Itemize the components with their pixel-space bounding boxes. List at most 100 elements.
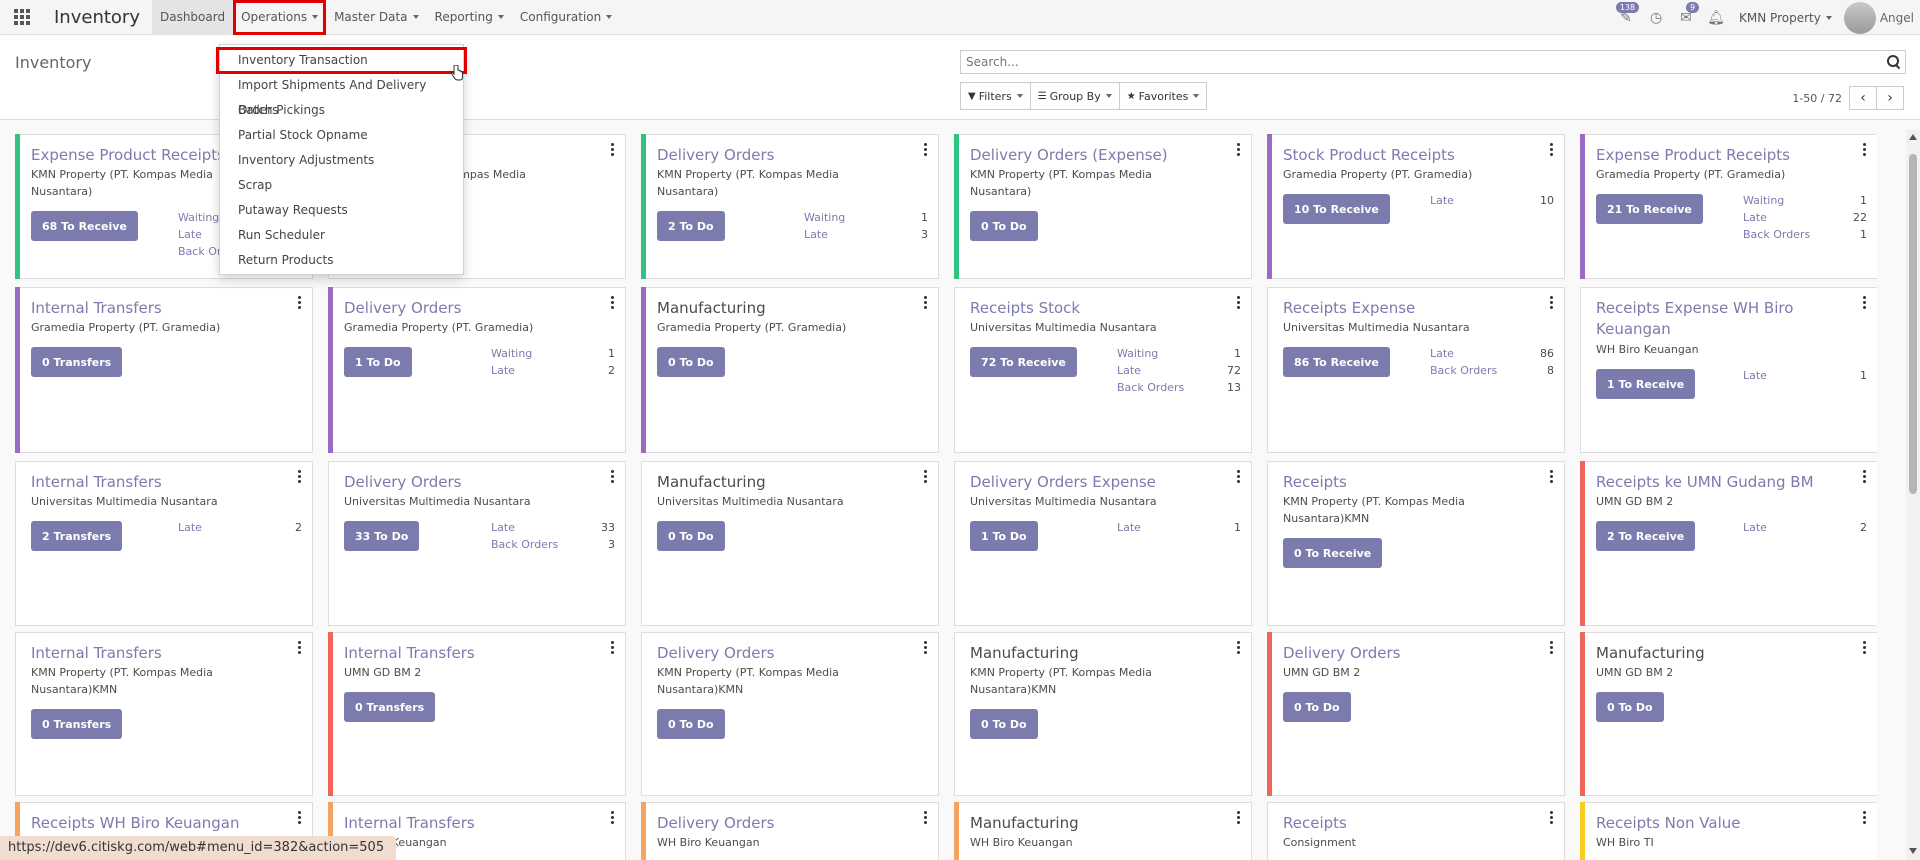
card-stat-row[interactable]: Late 3 xyxy=(804,226,928,243)
scrollbar[interactable] xyxy=(1906,130,1920,860)
card-title[interactable]: Internal Transfers xyxy=(344,643,584,664)
card-menu-icon[interactable] xyxy=(1237,143,1241,157)
scroll-down-icon[interactable] xyxy=(1909,848,1917,854)
card-menu-icon[interactable] xyxy=(924,296,928,310)
card-stat-row[interactable]: Late 33 xyxy=(491,519,615,536)
kanban-card[interactable]: Manufacturing WH Biro Keuangan xyxy=(954,802,1252,860)
card-action-button[interactable]: 1 To Receive xyxy=(1596,369,1696,399)
card-stat-label[interactable]: Late xyxy=(1430,345,1454,362)
menu-configuration[interactable]: Configuration xyxy=(512,0,620,35)
card-action-button[interactable]: 0 To Do xyxy=(1596,692,1664,722)
card-menu-icon[interactable] xyxy=(1550,641,1554,655)
card-stat-label[interactable]: Back Orders xyxy=(491,536,558,553)
pager-value[interactable]: 1-50 / 72 xyxy=(1792,92,1842,105)
kanban-card[interactable]: Receipts Consignment xyxy=(1267,802,1565,860)
card-title[interactable]: Manufacturing xyxy=(1596,643,1836,664)
card-title[interactable]: Receipts WH Biro Keuangan xyxy=(31,813,271,834)
kanban-card[interactable]: Manufacturing UMN GD BM 2 0 To Do xyxy=(1580,632,1877,796)
card-menu-icon[interactable] xyxy=(924,811,928,825)
kanban-card[interactable]: Receipts Stock Universitas Multimedia Nus… xyxy=(954,287,1252,453)
kanban-card[interactable]: Delivery Orders UMN GD BM 2 0 To Do xyxy=(1267,632,1565,796)
card-action-button[interactable]: 0 Transfers xyxy=(344,692,436,722)
bell-icon[interactable]: 🔔︎ xyxy=(1701,0,1731,35)
pager-previous-icon[interactable]: ‹ xyxy=(1849,86,1877,110)
card-stat-row[interactable]: Late 72 xyxy=(1117,362,1241,379)
apps-menu-icon[interactable] xyxy=(0,0,44,35)
card-menu-icon[interactable] xyxy=(1863,811,1867,825)
filters-button[interactable]: ▼ Filters xyxy=(960,82,1031,110)
company-switcher[interactable]: KMN Property xyxy=(1731,11,1844,25)
card-stat-label[interactable]: Back Orders xyxy=(1743,226,1810,243)
card-stat-row[interactable]: Late 22 xyxy=(1743,209,1867,226)
card-stat-label[interactable]: Late xyxy=(1743,519,1767,536)
card-title[interactable]: Receipts xyxy=(1283,472,1523,493)
card-action-button[interactable]: 0 To Do xyxy=(657,347,725,377)
menu-operations[interactable]: Operations xyxy=(233,0,327,35)
clock-icon[interactable]: ◷ xyxy=(1641,0,1671,35)
card-stat-label[interactable]: Late xyxy=(1117,519,1141,536)
card-menu-icon[interactable] xyxy=(1550,811,1554,825)
menu-dashboard[interactable]: Dashboard xyxy=(151,0,234,35)
card-menu-icon[interactable] xyxy=(1863,143,1867,157)
messages-icon[interactable]: ✉ 9 xyxy=(1671,0,1701,35)
kanban-card[interactable]: Delivery Orders Gramedia Property (PT. Gr… xyxy=(328,287,626,453)
card-action-button[interactable]: 2 To Receive xyxy=(1596,521,1696,551)
card-title[interactable]: Delivery Orders xyxy=(657,145,897,166)
card-title[interactable]: Delivery Orders xyxy=(657,813,897,834)
card-action-button[interactable]: 68 To Receive xyxy=(31,211,138,241)
operations-menu-item[interactable]: Scrap xyxy=(220,173,463,198)
search-box[interactable] xyxy=(960,50,1906,74)
card-stat-row[interactable]: Late 2 xyxy=(178,519,302,536)
card-action-button[interactable]: 86 To Receive xyxy=(1283,347,1390,377)
card-stat-row[interactable]: Back Orders 8 xyxy=(1430,362,1554,379)
card-stat-label[interactable]: Late xyxy=(1117,362,1141,379)
card-stat-row[interactable]: Waiting 1 xyxy=(491,345,615,362)
scroll-thumb[interactable] xyxy=(1909,154,1917,494)
card-stat-label[interactable]: Waiting xyxy=(804,209,845,226)
card-title[interactable]: Delivery Orders xyxy=(344,298,584,319)
card-menu-icon[interactable] xyxy=(1237,296,1241,310)
card-stat-row[interactable]: Waiting 1 xyxy=(1117,345,1241,362)
kanban-card[interactable]: Manufacturing Universitas Multimedia Nusa… xyxy=(641,461,939,626)
card-action-button[interactable]: 0 Transfers xyxy=(31,709,123,739)
card-action-button[interactable]: 1 To Do xyxy=(344,347,412,377)
card-title[interactable]: Receipts Non Value xyxy=(1596,813,1836,834)
search-icon[interactable] xyxy=(1887,55,1901,69)
card-stat-label[interactable]: Late xyxy=(178,226,202,243)
card-menu-icon[interactable] xyxy=(1237,811,1241,825)
card-title[interactable]: Delivery Orders xyxy=(657,643,897,664)
card-title[interactable]: Delivery Orders xyxy=(344,472,584,493)
card-menu-icon[interactable] xyxy=(298,811,302,825)
kanban-card[interactable]: Receipts Expense Universitas Multimedia N… xyxy=(1267,287,1565,453)
card-action-button[interactable]: 72 To Receive xyxy=(970,347,1077,377)
card-menu-icon[interactable] xyxy=(924,641,928,655)
kanban-card[interactable]: Receipts ke UMN Gudang BM UMN GD BM 2 2 To… xyxy=(1580,461,1877,626)
kanban-card[interactable]: Delivery Orders Expense Universitas Multi… xyxy=(954,461,1252,626)
card-stat-label[interactable]: Late xyxy=(178,519,202,536)
kanban-card[interactable]: Delivery Orders KMN Property (PT. Kompas … xyxy=(641,632,939,796)
card-stat-label[interactable]: Late xyxy=(1743,209,1767,226)
operations-menu-item[interactable]: Batch Pickings xyxy=(220,98,463,123)
card-title[interactable]: Manufacturing xyxy=(970,643,1210,664)
operations-menu-item[interactable]: Putaway Requests xyxy=(220,198,463,223)
card-menu-icon[interactable] xyxy=(611,143,615,157)
menu-reporting[interactable]: Reporting xyxy=(427,0,512,35)
kanban-card[interactable]: Internal Transfers KMN Property (PT. Komp… xyxy=(15,632,313,796)
card-stat-row[interactable]: Late 1 xyxy=(1117,519,1241,536)
kanban-card[interactable]: Receipts Expense WH Biro Keuangan WH Biro… xyxy=(1580,287,1877,453)
card-stat-label[interactable]: Back Orders xyxy=(1430,362,1497,379)
card-title[interactable]: Manufacturing xyxy=(970,813,1210,834)
card-stat-label[interactable]: Waiting xyxy=(1117,345,1158,362)
card-title[interactable]: Internal Transfers xyxy=(344,813,584,834)
kanban-card[interactable]: Receipts KMN Property (PT. Kompas Media N… xyxy=(1267,461,1565,626)
card-stat-row[interactable]: Waiting 1 xyxy=(804,209,928,226)
card-title[interactable]: Delivery Orders (Expense) xyxy=(970,145,1210,166)
card-menu-icon[interactable] xyxy=(611,811,615,825)
card-stat-row[interactable]: Back Orders 3 xyxy=(491,536,615,553)
card-action-button[interactable]: 2 Transfers xyxy=(31,521,123,551)
card-action-button[interactable]: 2 To Do xyxy=(657,211,725,241)
kanban-card[interactable]: Delivery Orders KMN Property (PT. Kompas … xyxy=(641,134,939,279)
card-action-button[interactable]: 21 To Receive xyxy=(1596,194,1703,224)
card-menu-icon[interactable] xyxy=(1550,296,1554,310)
card-title[interactable]: Expense Product Receipts xyxy=(1596,145,1836,166)
